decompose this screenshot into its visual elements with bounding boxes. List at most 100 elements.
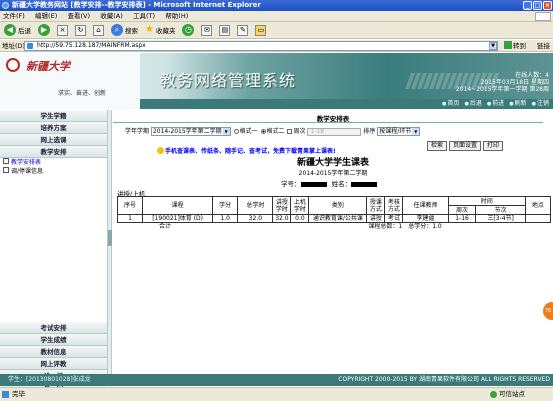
folder-button[interactable]: ▭ bbox=[253, 23, 268, 37]
col-lab-hours: 上机学时 bbox=[290, 196, 310, 215]
sidebar-item-grades[interactable]: 学生成绩 bbox=[0, 334, 107, 346]
address-input[interactable]: http://59.75.128.187/MAINFRM.aspx bbox=[24, 41, 498, 51]
redacted-name bbox=[351, 181, 378, 187]
table-row: 1 [190021]体育 (D) 1.0 32.0 32.0 0.0 通识教育课… bbox=[116, 214, 552, 223]
sidebar-item-course-selection[interactable]: 网上选课 bbox=[0, 134, 107, 146]
col-location: 地点 bbox=[524, 196, 552, 215]
star-icon: ★ bbox=[145, 24, 154, 35]
system-title: 教务网络管理系统 bbox=[160, 71, 297, 90]
minimize-button[interactable]: _ bbox=[523, 1, 532, 10]
home-button[interactable]: ⌂ bbox=[91, 23, 106, 37]
col-time: 时间 bbox=[447, 196, 526, 206]
col-index: 序号 bbox=[116, 196, 144, 215]
menu-help[interactable]: 帮助(H) bbox=[165, 12, 188, 20]
links-button[interactable]: 链接 bbox=[537, 40, 550, 52]
sidebar-item-student-status[interactable]: 学生学籍 bbox=[0, 110, 107, 122]
sidebar-item-exams[interactable]: 考试安排 bbox=[0, 322, 107, 334]
sidebar-empty-area bbox=[0, 176, 107, 322]
refresh-button[interactable]: ↻ bbox=[73, 23, 88, 37]
university-seal-icon bbox=[6, 58, 20, 72]
sidebar-item-evaluation[interactable]: 网上评教 bbox=[0, 358, 107, 370]
redacted-student-no bbox=[300, 181, 327, 187]
col-course: 课程 bbox=[142, 196, 214, 215]
cell-credit: 1.0 bbox=[212, 214, 239, 223]
address-bar: 地址(D) http://59.75.128.187/MAINFRM.aspx … bbox=[0, 40, 553, 52]
col-credit: 学分 bbox=[212, 196, 239, 215]
print-button[interactable]: 打印 bbox=[483, 141, 504, 151]
col-weeks: 周次 bbox=[447, 205, 477, 215]
history-button[interactable]: ◷ bbox=[180, 23, 196, 37]
col-periods: 节次 bbox=[475, 205, 526, 215]
nav-logout[interactable]: 注销 bbox=[532, 99, 549, 109]
cell-category: 通识教育课/公共课 bbox=[308, 214, 368, 223]
slogan: 求实、奋进、创新 bbox=[58, 90, 107, 97]
mail-icon: ✉ bbox=[201, 24, 213, 36]
menu-view[interactable]: 查看(V) bbox=[67, 12, 90, 20]
menu-edit[interactable]: 编辑(E) bbox=[35, 12, 57, 20]
edit-icon: ✎ bbox=[237, 24, 249, 36]
go-button[interactable]: 转到 bbox=[504, 40, 526, 52]
cell-lab-hours: 0.0 bbox=[290, 214, 310, 223]
stop-button[interactable]: × bbox=[55, 23, 70, 37]
refresh-icon: ↻ bbox=[75, 24, 86, 36]
search-button[interactable]: ⌕ 搜索 bbox=[109, 23, 140, 37]
favorites-button[interactable]: ★ 收藏夹 bbox=[143, 23, 177, 37]
sidebar: 学生学籍 培养方案 网上选课 教学安排 教学安排表 调/停课信息 考试安排 学生… bbox=[0, 110, 108, 394]
col-total-hours: 总学时 bbox=[237, 196, 274, 215]
sidebar-item-teaching-arrangement[interactable]: 教学安排 bbox=[0, 146, 107, 158]
main-content: 教学安排表 学年学期 2014-2015学年第二学期 格式一 格式二 周次 1-… bbox=[113, 110, 553, 374]
online-info: 在线人数：4 2015年03月18日 星期四 2014~2015学年第一学期 第… bbox=[456, 72, 549, 93]
sidebar-subitem-schedule[interactable]: 教学安排表 bbox=[0, 158, 107, 167]
format1-radio[interactable] bbox=[233, 129, 239, 134]
cell-teaching-mode: 讲授 bbox=[366, 214, 386, 223]
sidebar-item-training-plan[interactable]: 培养方案 bbox=[0, 122, 107, 134]
close-button[interactable]: × bbox=[543, 1, 552, 10]
nav-home[interactable]: 首页 bbox=[442, 99, 459, 109]
total-text: 课程总数：1 总学分：1.0 bbox=[368, 223, 442, 231]
format2-label: 格式二 bbox=[266, 128, 285, 135]
col-lecture-hours: 讲授学时 bbox=[272, 196, 292, 215]
ie-icon bbox=[2, 2, 9, 9]
printer-icon: ▤ bbox=[219, 24, 231, 36]
frame-splitter[interactable] bbox=[108, 110, 112, 374]
week-input[interactable]: 1-18 bbox=[307, 127, 362, 136]
total-row: 合计 课程总数：1 总学分：1.0 bbox=[118, 223, 551, 231]
window-title: 新疆大学教务网站 [教学安排--教学安排表] - Microsoft Inter… bbox=[12, 1, 261, 9]
page-footer: 学生：[20130801028]张成龙 COPYRIGHT 2000-2015 … bbox=[0, 374, 553, 386]
edit-button[interactable]: ✎ bbox=[235, 23, 250, 37]
splitter-handle-icon[interactable] bbox=[108, 230, 112, 246]
nav-back[interactable]: 后退 bbox=[464, 99, 482, 109]
search-query-button[interactable]: 检索 bbox=[427, 141, 448, 151]
nav-refresh[interactable]: 刷新 bbox=[509, 99, 527, 109]
cell-course: [190021]体育 (D) bbox=[142, 214, 214, 223]
sidebar-item-textbooks[interactable]: 教材信息 bbox=[0, 346, 107, 358]
footer-copyright: COPYRIGHT 2000-2015 BY 湖南青果软件有限公司 ALL RI… bbox=[338, 376, 550, 383]
schedule-table: 序号 课程 学分 总学时 讲授学时 上机学时 类别 授课方式 考核方式 任课教师… bbox=[116, 196, 552, 231]
menu-bar: 文件(F) 编辑(E) 查看(V) 收藏(A) 工具(T) 帮助(H) bbox=[0, 11, 553, 22]
nav-forward[interactable]: 前进 bbox=[487, 99, 504, 109]
address-label: 地址(D) bbox=[2, 42, 26, 50]
print-toolbar-button[interactable]: ▤ bbox=[217, 23, 232, 37]
forward-button[interactable]: ▶ bbox=[36, 23, 52, 37]
menu-tools[interactable]: 工具(T) bbox=[133, 12, 155, 20]
page-setup-button[interactable]: 页面设置 bbox=[449, 141, 482, 151]
maximize-button[interactable]: □ bbox=[533, 1, 542, 10]
status-text: 完毕 bbox=[2, 388, 25, 401]
week-checkbox[interactable] bbox=[287, 129, 293, 134]
format1-label: 格式一 bbox=[239, 128, 258, 135]
semester-label: 学年学期 bbox=[125, 128, 150, 135]
nav-strip: 首页 后退 前进 刷新 注销 bbox=[0, 99, 553, 109]
back-button[interactable]: ◀ 后退 bbox=[2, 23, 33, 37]
sort-select[interactable]: 按课程/环节 bbox=[377, 127, 421, 136]
cell-lecture-hours: 32.0 bbox=[272, 214, 292, 223]
mail-button[interactable]: ✉ bbox=[199, 23, 214, 37]
menu-file[interactable]: 文件(F) bbox=[3, 12, 25, 20]
semester-select[interactable]: 2014-2015学年第二学期 bbox=[150, 127, 231, 136]
promo-link[interactable]: 手机查课表、传纸条、随手记、查考试，免费下载青果掌上课表! bbox=[157, 146, 336, 155]
format2-radio[interactable] bbox=[260, 129, 266, 134]
browser-toolbar: ◀ 后退 ▶ × ↻ ⌂ ⌕ 搜索 ★ 收藏夹 ◷ ✉ ▤ ✎ ▭ bbox=[0, 22, 553, 39]
menu-favorites[interactable]: 收藏(A) bbox=[100, 12, 123, 20]
sidebar-subitem-class-change[interactable]: 调/停课信息 bbox=[0, 167, 107, 176]
address-dropdown-icon[interactable]: ▼ bbox=[489, 42, 497, 50]
search-label: 搜索 bbox=[125, 27, 138, 35]
